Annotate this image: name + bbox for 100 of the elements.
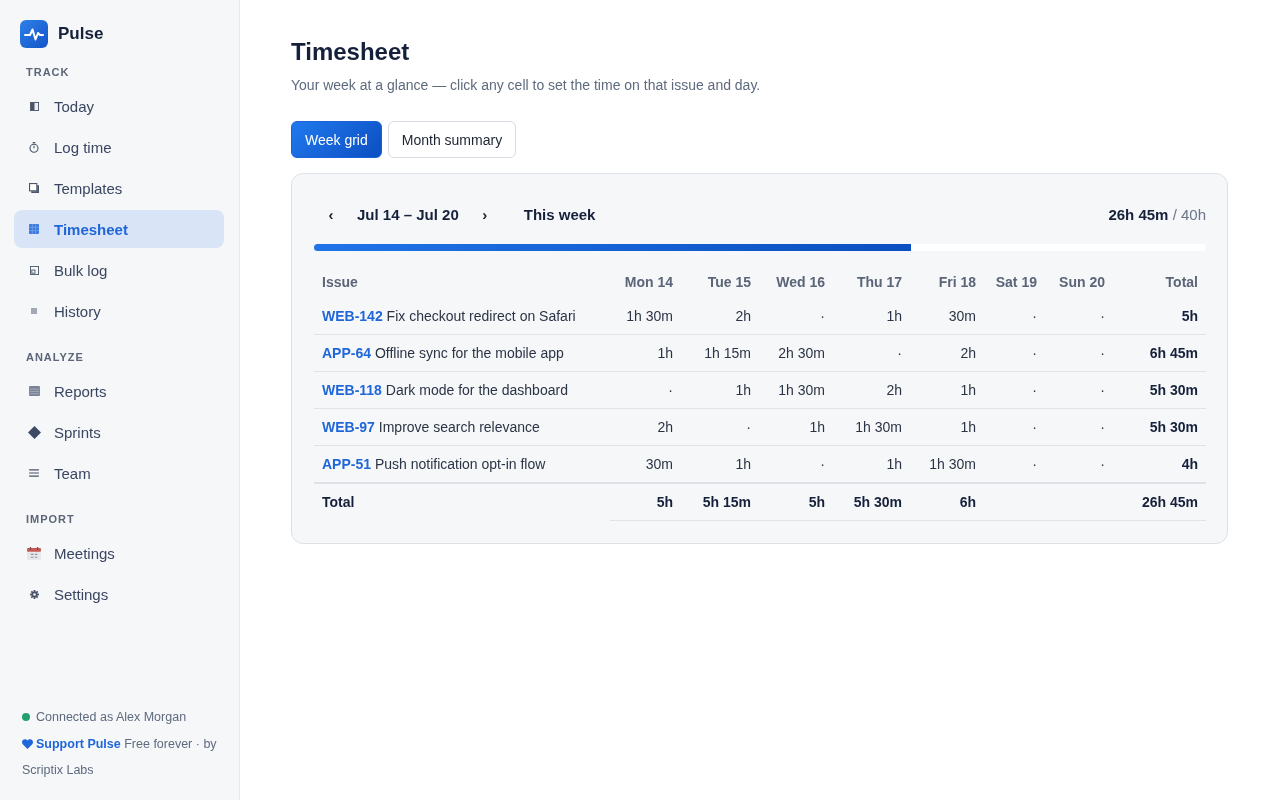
day-total-cell: 5h 15m [681,483,759,521]
time-cell[interactable]: 1h 15m [681,334,759,372]
time-cell[interactable]: 1h [833,298,910,335]
time-cell[interactable]: · [984,371,1045,409]
support-link[interactable]: Support Pulse [22,737,121,751]
shadowed-square-icon [29,183,39,193]
time-cell[interactable]: 1h [610,334,681,372]
nav-item[interactable]: Settings [14,575,224,613]
next-week-button[interactable]: › [471,200,498,228]
time-cell[interactable]: 30m [910,298,984,335]
nav-item[interactable]: Meetings [14,534,224,572]
day-total-cell: 6h [910,483,984,521]
time-cell[interactable]: · [681,408,759,446]
time-cell[interactable]: · [1045,334,1113,372]
page-title: Timesheet [291,37,411,67]
time-cell[interactable]: 1h [910,371,984,409]
issue-cell: APP-51 Push notification opt-in flow [314,445,610,483]
stopwatch-icon [29,141,39,153]
nav-item[interactable]: Log time [14,128,224,166]
time-cell[interactable]: 2h [681,298,759,335]
time-cell[interactable]: 30m [610,445,681,483]
day-total-cell: 5h [610,483,681,521]
column-header: Tue 15 [706,273,752,292]
table-icon [28,386,40,396]
nav-item[interactable]: Team [14,454,224,492]
total-label: Total [314,483,610,521]
row-total-cell: 5h 30m [1113,408,1206,446]
time-cell[interactable]: · [759,298,833,335]
issue-link[interactable]: WEB-118 [322,382,382,398]
nav-item[interactable]: Timesheet [14,210,224,248]
section-label: IMPORT [26,512,75,526]
time-cell[interactable]: 1h [910,408,984,446]
issue-link[interactable]: APP-51 [322,456,372,472]
nav-item[interactable]: Today [14,87,224,125]
day-total-cell: 5h [759,483,833,521]
time-cell[interactable]: · [984,334,1045,372]
date-range-text: Jul 14 – Jul 20 [357,205,459,223]
nav-item[interactable]: Bulk log [14,251,224,289]
footer-text: Support Pulse Free forever · by Scriptix Labs [22,736,218,779]
time-cell[interactable]: 1h [681,371,759,409]
time-cell[interactable]: 2h 30m [759,334,833,372]
time-cell[interactable]: 1h [681,445,759,483]
time-cell[interactable]: · [610,371,681,409]
view-tab[interactable]: Week grid [291,121,382,158]
issue-cell: WEB-142 Fix checkout redirect on Safari [314,298,610,335]
time-cell[interactable]: 1h 30m [759,371,833,409]
week-total-text: 26h 45m / 40h [1108,205,1206,223]
heartbeat-logo-icon [20,20,48,48]
column-header: Mon 14 [623,273,674,292]
time-cell[interactable]: 1h 30m [610,298,681,335]
time-cell[interactable]: 2h [833,371,910,409]
time-cell[interactable]: 1h [833,445,910,483]
issue-cell: APP-64 Offline sync for the mobile app [314,334,610,372]
nav-item[interactable]: Sprints [14,413,224,451]
row-total-cell: 4h [1113,445,1206,483]
column-header: Fri 18 [937,273,977,292]
time-cell[interactable]: 1h 30m [910,445,984,483]
nav-item[interactable]: Templates [14,169,224,207]
stacked-bars-icon [31,308,37,314]
time-cell[interactable]: · [984,445,1045,483]
time-cell[interactable]: · [1045,371,1113,409]
time-cell[interactable]: · [833,334,910,372]
column-header: Sat 19 [994,273,1038,292]
row-total-cell: 6h 45m [1113,334,1206,372]
lines-icon [29,469,39,477]
time-cell[interactable]: · [984,408,1045,446]
issue-cell: WEB-118 Dark mode for the dashboard [314,371,610,409]
time-cell[interactable]: · [1045,408,1113,446]
app-name: Pulse [58,24,104,44]
issue-link[interactable]: APP-64 [322,345,372,361]
column-header: Sun 20 [1058,273,1106,292]
this-week-button[interactable]: This week [513,200,606,228]
gear-icon [29,589,39,599]
issue-link[interactable]: WEB-97 [322,419,375,435]
heart-icon [22,739,33,749]
column-header: Thu 17 [855,273,903,292]
nested-square-icon [29,265,39,275]
nav-item[interactable]: History [14,292,224,330]
time-cell[interactable]: 2h [610,408,681,446]
grid-icon [29,224,39,234]
column-header: Total [1164,273,1199,292]
grand-total-cell: 26h 45m [1113,483,1206,521]
issue-link[interactable]: WEB-142 [322,308,383,324]
section-label: ANALYZE [26,350,84,364]
issue-cell: WEB-97 Improve search relevance [314,408,610,446]
time-cell[interactable]: 1h [759,408,833,446]
calendar-icon [27,546,41,560]
half-filled-square-icon [29,101,39,111]
view-tab[interactable]: Month summary [387,121,517,158]
section-label: TRACK [26,65,70,79]
time-cell[interactable]: 2h [910,334,984,372]
column-header: Wed 16 [775,273,826,292]
time-cell[interactable]: · [759,445,833,483]
day-total-cell: 5h 30m [833,483,910,521]
time-cell[interactable]: · [1045,298,1113,335]
time-cell[interactable]: · [984,298,1045,335]
time-cell[interactable]: · [1045,445,1113,483]
time-cell[interactable]: 1h 30m [833,408,910,446]
nav-item[interactable]: Reports [14,372,224,410]
previous-week-button[interactable]: ‹ [318,200,344,228]
